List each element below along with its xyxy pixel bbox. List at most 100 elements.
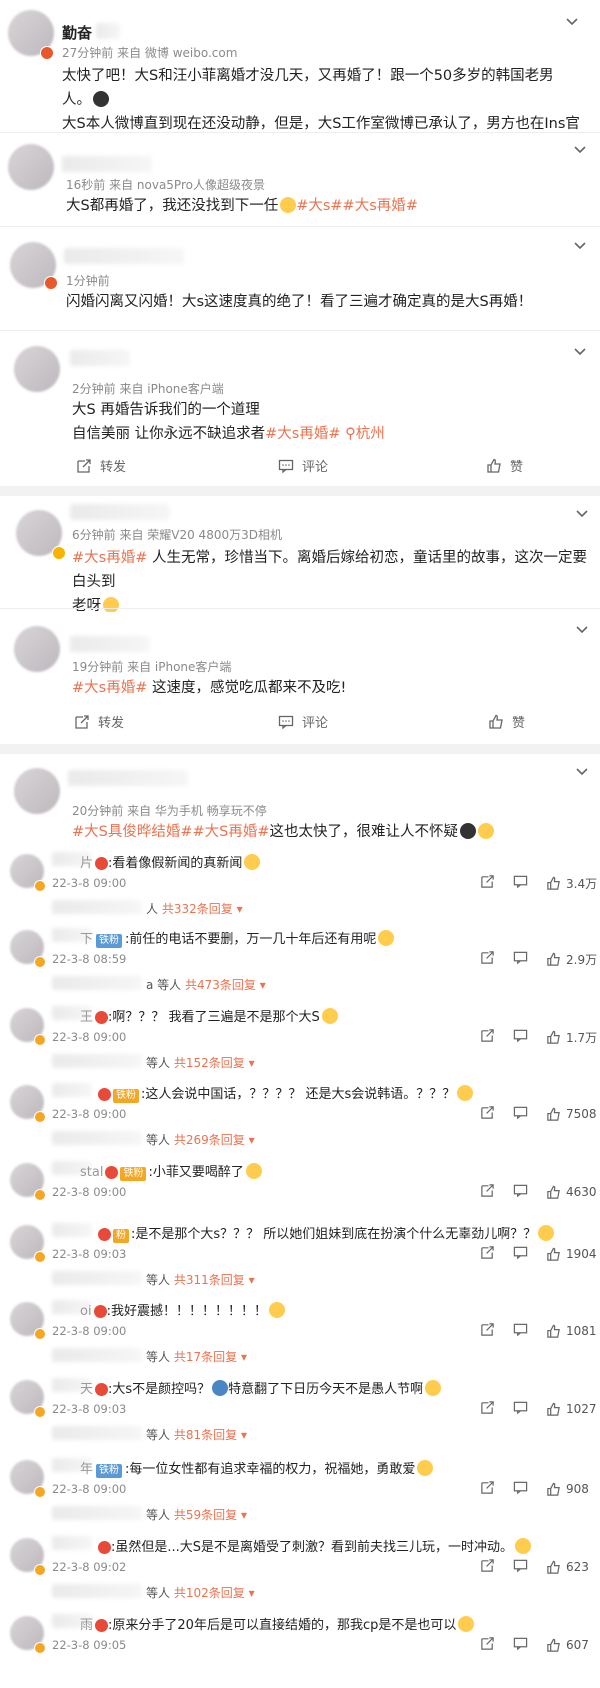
- reply-button[interactable]: [513, 1105, 528, 1123]
- replies-summary[interactable]: 等人 共269条回复 ▾: [146, 1131, 255, 1148]
- blurred-name: [52, 1584, 142, 1598]
- share-button[interactable]: [480, 950, 495, 968]
- like-count: 2.9万: [566, 952, 598, 967]
- avatar[interactable]: [14, 346, 60, 392]
- reply-button[interactable]: [513, 1245, 528, 1263]
- hashtag-link[interactable]: #大s##大s再婚#: [296, 198, 418, 214]
- author-name[interactable]: 勤奋: [62, 22, 92, 43]
- comment-button[interactable]: 评论: [278, 456, 328, 475]
- caret-down-icon: ▾: [244, 1133, 255, 1147]
- like-button[interactable]: 908: [546, 1482, 589, 1497]
- chevron-down-icon[interactable]: [574, 144, 586, 156]
- like-button[interactable]: 2.9万: [546, 951, 597, 968]
- replies-summary[interactable]: 等人 共152条回复 ▾: [146, 1054, 255, 1071]
- verified-badge-icon: [34, 1406, 46, 1418]
- comment-item: 天:大s不是颜控吗？ 特意翻了下日历今天不是愚人节啊 22-3-8 09:03 102…: [0, 1378, 600, 1452]
- replies-count-link[interactable]: 共332条回复: [162, 902, 233, 916]
- reply-button[interactable]: [513, 950, 528, 968]
- like-button[interactable]: 1.7万: [546, 1029, 597, 1046]
- chevron-down-icon[interactable]: [576, 766, 588, 778]
- share-button[interactable]: [480, 1105, 495, 1123]
- reply-button[interactable]: [513, 1636, 528, 1654]
- replies-summary[interactable]: 人 共332条回复 ▾: [146, 900, 243, 917]
- like-button[interactable]: 赞: [486, 456, 523, 475]
- replies-count-link[interactable]: 共152条回复: [174, 1056, 245, 1070]
- like-button[interactable]: 3.4万: [546, 875, 597, 892]
- chevron-down-icon[interactable]: [574, 346, 586, 358]
- replies-count-link[interactable]: 共311条回复: [174, 1273, 245, 1287]
- reply-button[interactable]: [513, 1322, 528, 1340]
- avatar[interactable]: [14, 768, 60, 814]
- share-button[interactable]: [480, 1028, 495, 1046]
- replies-summary[interactable]: a 等人 共473条回复 ▾: [146, 976, 266, 993]
- hashtag-link[interactable]: #大s再婚#: [265, 426, 340, 442]
- replies-count-link[interactable]: 共102条回复: [174, 1586, 245, 1600]
- like-button[interactable]: 1904: [546, 1247, 597, 1262]
- repost-icon: [77, 458, 91, 473]
- like-button[interactable]: 赞: [488, 712, 525, 731]
- share-button[interactable]: [480, 1480, 495, 1498]
- avatar[interactable]: [8, 144, 54, 190]
- post-card: 20分钟前 来自 华为手机 畅享玩不停 #大S具俊晔结婚##大S再婚#这也太快了…: [0, 754, 600, 850]
- replies-count-link[interactable]: 共59条回复: [174, 1508, 237, 1522]
- comment-time: 22-3-8 09:03: [52, 1402, 127, 1416]
- replies-summary[interactable]: 等人 共59条回复 ▾: [146, 1506, 247, 1523]
- reply-button[interactable]: [513, 1400, 528, 1418]
- replies-count-link[interactable]: 共473条回复: [185, 978, 256, 992]
- like-button[interactable]: 7508: [546, 1107, 597, 1122]
- replies-count-link[interactable]: 共17条回复: [174, 1350, 237, 1364]
- replies-summary[interactable]: 等人 共102条回复 ▾: [146, 1584, 255, 1601]
- share-button[interactable]: [480, 1636, 495, 1654]
- like-button[interactable]: 4630: [546, 1185, 597, 1200]
- like-button[interactable]: 607: [546, 1638, 589, 1653]
- repost-button[interactable]: 转发: [74, 712, 124, 731]
- hashtag-link[interactable]: #大S具俊晔结婚##大S再婚#: [72, 824, 270, 840]
- verified-badge-icon: [34, 1034, 46, 1046]
- share-button[interactable]: [480, 1245, 495, 1263]
- comment-time: 22-3-8 09:00: [52, 1185, 127, 1199]
- emoji-icon: [98, 1228, 111, 1241]
- reply-button[interactable]: [513, 874, 528, 892]
- post-meta: 1分钟前: [66, 274, 110, 288]
- post-meta: 6分钟前 来自 荣耀V20 4800万3D相机: [72, 528, 282, 542]
- chevron-down-icon[interactable]: [576, 624, 588, 636]
- share-button[interactable]: [480, 1183, 495, 1201]
- avatar[interactable]: [14, 626, 60, 672]
- emoji-icon: [268, 1302, 285, 1318]
- verified-badge-icon: [34, 1189, 46, 1201]
- reply-button[interactable]: [513, 1028, 528, 1046]
- post-text: #大s再婚# 这速度，感觉吃瓜都来不及吃!: [72, 680, 347, 696]
- like-button[interactable]: 1081: [546, 1324, 597, 1339]
- replies-summary[interactable]: 等人 共311条回复 ▾: [146, 1271, 255, 1288]
- reply-button[interactable]: [513, 1558, 528, 1576]
- share-button[interactable]: [480, 1558, 495, 1576]
- location-link[interactable]: ⚲杭州: [345, 426, 385, 442]
- share-button[interactable]: [480, 1400, 495, 1418]
- replies-count-link[interactable]: 共269条回复: [174, 1133, 245, 1147]
- thumbs-up-icon: [547, 1107, 560, 1121]
- blurred-name: [70, 504, 170, 520]
- share-icon: [481, 1106, 494, 1119]
- share-button[interactable]: [480, 1322, 495, 1340]
- like-count: 1027: [566, 1402, 597, 1416]
- like-button[interactable]: 623: [546, 1560, 589, 1575]
- post-text: 闪婚闪离又闪婚！大s这速度真的绝了！看了三遍才确定真的是大S再婚！: [66, 294, 533, 310]
- hashtag-link[interactable]: #大s再婚#: [72, 550, 147, 566]
- reply-button[interactable]: [513, 1183, 528, 1201]
- chevron-down-icon[interactable]: [574, 240, 586, 252]
- replies-summary[interactable]: 等人 共81条回复 ▾: [146, 1426, 247, 1443]
- reply-button[interactable]: [513, 1480, 528, 1498]
- comment-button[interactable]: 评论: [278, 712, 328, 731]
- chevron-down-icon[interactable]: [566, 16, 578, 28]
- caret-down-icon: ▾: [237, 1428, 247, 1442]
- post-text: 大S 再婚告诉我们的一个道理 自信美丽 让你永远不缺追求者#大s再婚# ⚲杭州: [72, 402, 385, 442]
- comment-item: 年铁粉:每一位女性都有追求幸福的权力，祝福她，勇敢爱 22-3-8 09:00 90…: [0, 1458, 600, 1532]
- repost-button[interactable]: 转发: [76, 456, 126, 475]
- hashtag-link[interactable]: #大s再婚#: [72, 680, 147, 696]
- comment-time: 22-3-8 09:00: [52, 1324, 127, 1338]
- share-button[interactable]: [480, 874, 495, 892]
- replies-summary[interactable]: 等人 共17条回复 ▾: [146, 1348, 247, 1365]
- replies-count-link[interactable]: 共81条回复: [174, 1428, 237, 1442]
- like-button[interactable]: 1027: [546, 1402, 597, 1417]
- chevron-down-icon[interactable]: [576, 508, 588, 520]
